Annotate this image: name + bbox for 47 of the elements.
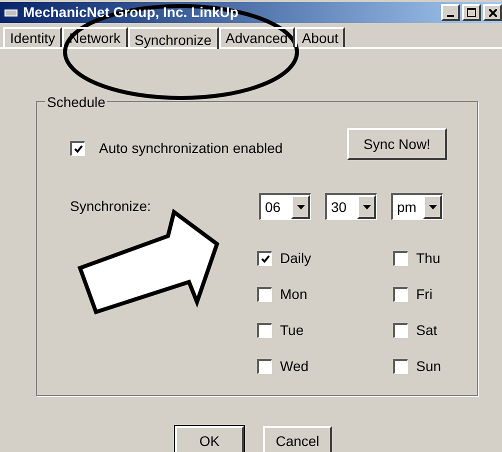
- day-label: Wed: [280, 357, 309, 376]
- caret-icon: [428, 204, 436, 210]
- caret-icon: [362, 204, 370, 210]
- checkbox[interactable]: [257, 251, 272, 266]
- day-label: Mon: [280, 285, 308, 304]
- minimize-icon: [447, 15, 454, 17]
- time-dropdown[interactable]: 06: [259, 193, 311, 220]
- tab[interactable]: Synchronize: [128, 27, 219, 49]
- dropdown-arrow-button[interactable]: [357, 195, 376, 219]
- maximize-button[interactable]: [462, 4, 481, 21]
- day-label: Tue: [280, 321, 304, 340]
- app-icon: [4, 8, 18, 18]
- day-label: Fri: [416, 285, 432, 304]
- day-label: Sun: [416, 357, 442, 376]
- checkbox[interactable]: [393, 323, 408, 338]
- checkbox[interactable]: [393, 251, 408, 266]
- checkbox[interactable]: [70, 140, 85, 156]
- dropdown-value: 30: [331, 198, 348, 216]
- checkbox-label: Auto synchronization enabled: [99, 138, 283, 158]
- close-icon: [488, 8, 496, 16]
- dropdown-value: pm: [397, 198, 418, 217]
- checkbox[interactable]: [257, 359, 272, 374]
- day-label: Daily: [280, 249, 312, 268]
- sync-now-button[interactable]: Sync Now!: [347, 128, 447, 160]
- day-label: Thu: [416, 249, 440, 268]
- dialog-button[interactable]: Cancel: [263, 426, 332, 452]
- synchronize-label: Synchronize:: [70, 197, 152, 216]
- time-dropdown[interactable]: pm: [391, 193, 443, 220]
- checkmark-icon: [74, 144, 82, 152]
- tab[interactable]: About: [294, 27, 346, 47]
- dialog-button[interactable]: OK: [175, 426, 244, 452]
- checkbox[interactable]: [257, 287, 272, 302]
- checkbox[interactable]: [393, 359, 408, 374]
- checkmark-icon: [260, 255, 270, 263]
- tab[interactable]: Identity: [3, 27, 62, 47]
- maximize-icon: [467, 8, 476, 17]
- day-label: Sat: [416, 321, 438, 340]
- checkbox[interactable]: [257, 323, 272, 338]
- close-button[interactable]: [483, 4, 502, 21]
- dropdown-arrow-button[interactable]: [423, 195, 442, 219]
- caret-icon: [296, 204, 304, 210]
- tab[interactable]: Advanced: [218, 27, 295, 47]
- dropdown-arrow-button[interactable]: [291, 195, 310, 219]
- minimize-button[interactable]: [441, 4, 460, 21]
- dropdown-value: 06: [265, 198, 282, 216]
- time-dropdown[interactable]: 30: [325, 193, 377, 220]
- checkbox[interactable]: [393, 287, 408, 302]
